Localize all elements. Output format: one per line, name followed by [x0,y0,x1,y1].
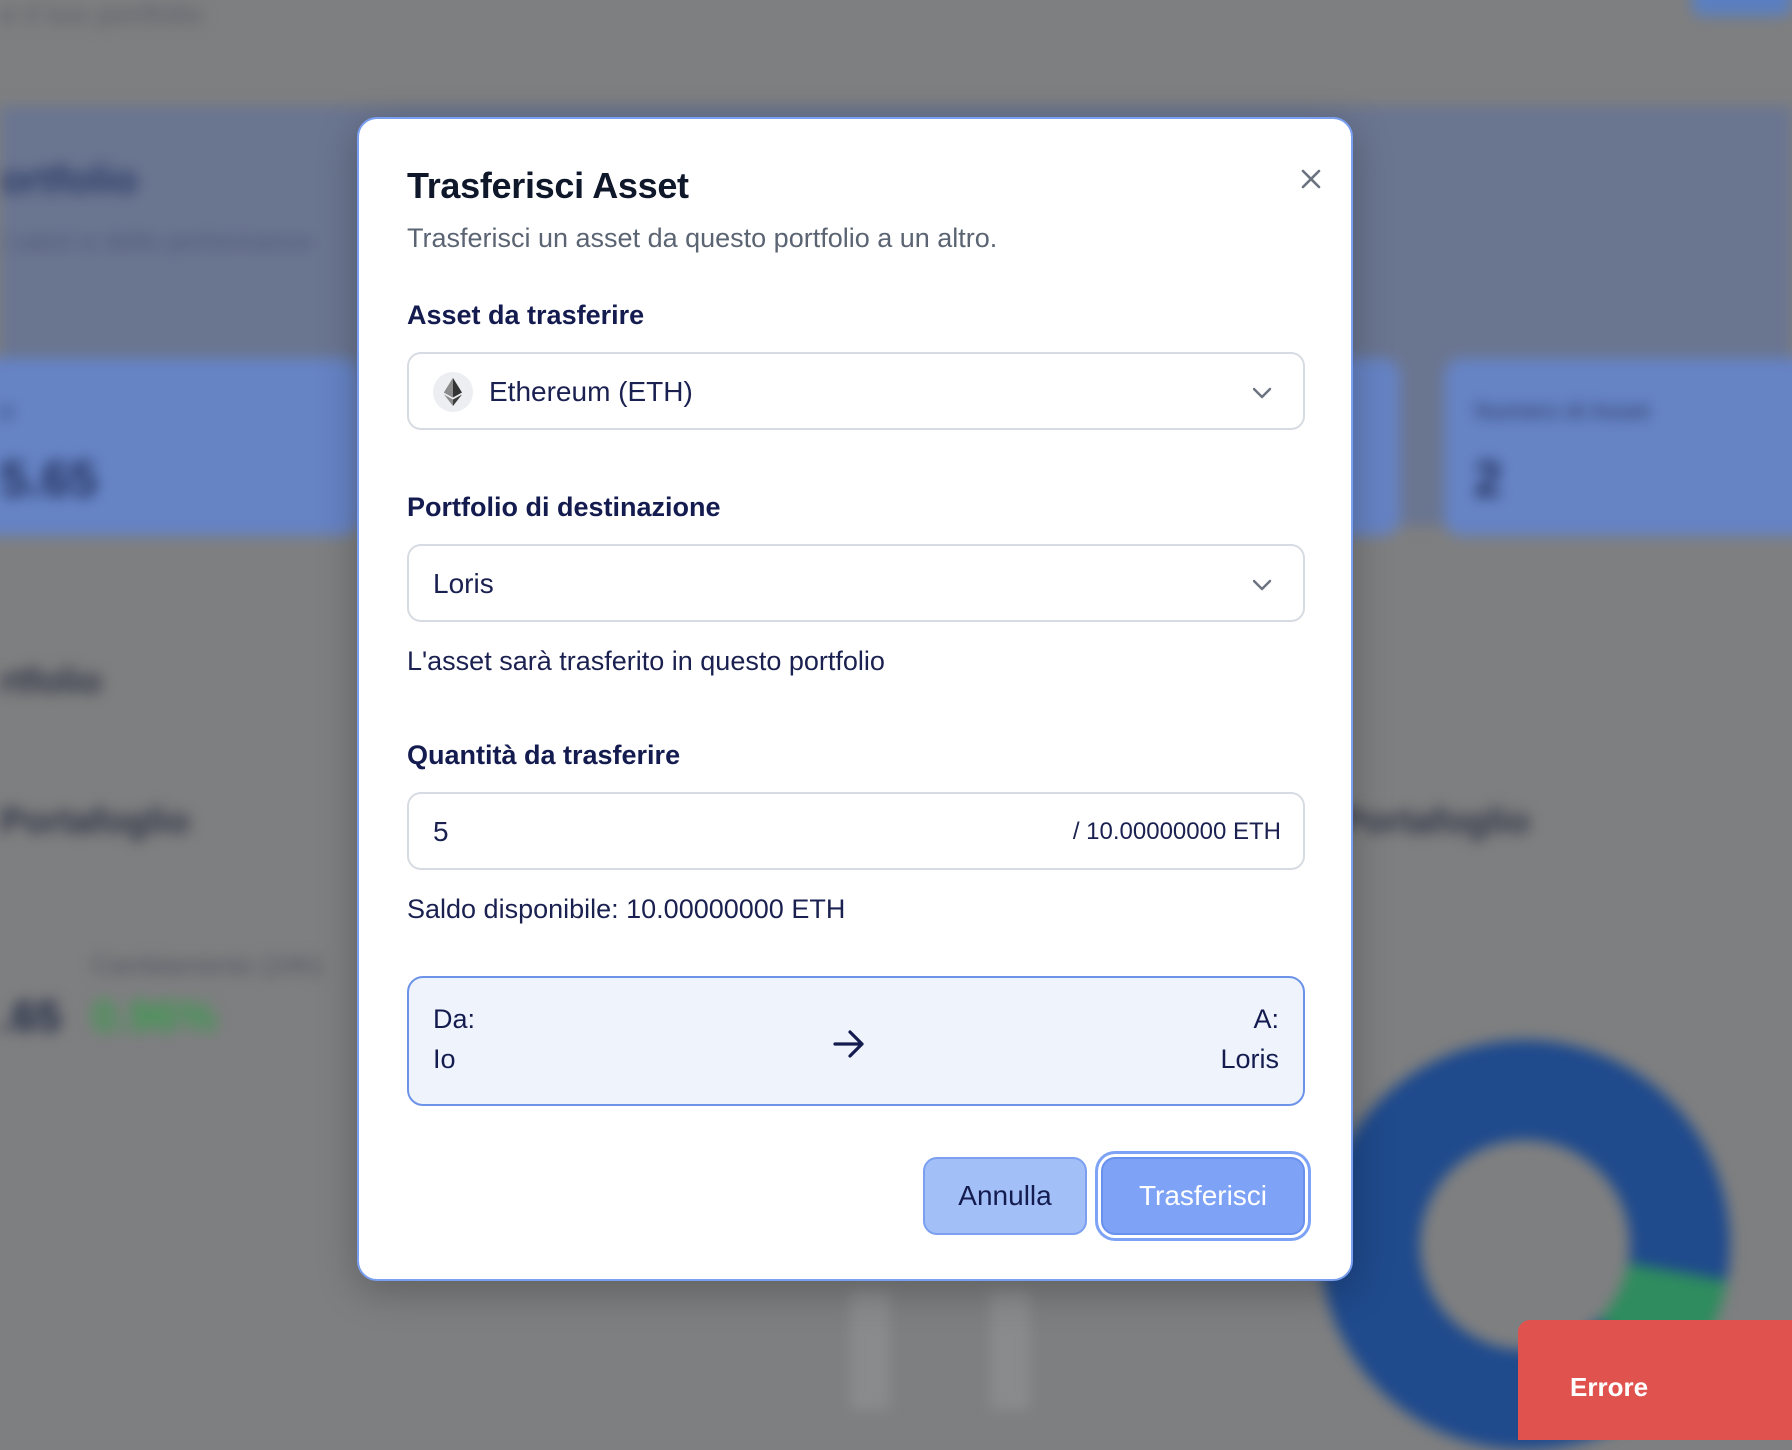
bg-card-label: o [0,398,14,425]
available-balance-text: Saldo disponibile: 10.00000000 ETH [407,894,846,924]
quantity-field: / 10.00000000 ETH [407,792,1305,870]
bg-top-button [1692,0,1792,16]
to-label: A: [1253,1004,1279,1034]
asset-label: Asset da trasferire [407,300,645,330]
cancel-button[interactable]: Annulla [923,1157,1087,1235]
bg-bar [850,1290,890,1410]
arrow-right-icon [833,1030,864,1058]
dialog-subtitle: Trasferisci un asset da questo portfolio… [407,223,998,253]
ethereum-icon [433,372,473,412]
chevron-down-icon [1252,387,1272,399]
bg-section-right: Portafoglio [1340,800,1530,841]
destination-helper-text: L'asset sarà trasferito in questo portfo… [407,646,885,676]
bg-card-number: 2 [1474,451,1502,507]
bg-card-value: o 5.65 [0,358,360,536]
bg-value-left: .65 [0,992,62,1041]
quantity-input[interactable] [433,812,933,852]
bg-card-number: 5.65 [0,451,98,507]
asset-select-value: Ethereum (ETH) [489,376,693,407]
dialog-title: Trasferisci Asset [407,165,689,206]
bg-card-asset-count: Numero di Asset 2 [1444,358,1792,536]
bg-bar [990,1290,1030,1410]
bg-section-left: Portafoglio [0,800,190,841]
bg-section-title: rtfolio [0,660,102,701]
to-value: Loris [1220,1044,1279,1074]
bg-top-text: e il tuo portfolio [0,0,204,31]
transfer-summary: Da: Io A: Loris [407,976,1305,1106]
destination-select-value: Loris [433,568,494,599]
from-label: Da: [433,1004,476,1034]
quantity-max-suffix: / 10.00000000 ETH [1072,818,1281,845]
from-value: Io [433,1044,456,1074]
bg-band-title: ortfolio [0,158,138,202]
error-toast: Errore [1518,1320,1792,1440]
bg-change-value: 0.96% [92,992,217,1041]
asset-select[interactable]: Ethereum (ETH) [407,352,1305,430]
close-icon[interactable] [1291,159,1331,199]
bg-card-label: Numero di Asset [1474,398,1651,425]
quantity-label: Quantità da trasferire [407,740,681,770]
destination-select[interactable]: Loris [407,544,1305,622]
error-toast-text: Errore [1570,1372,1649,1402]
transfer-asset-dialog: Trasferisci Asset Trasferisci un asset d… [357,117,1353,1281]
destination-label: Portfolio di destinazione [407,492,721,522]
bg-band-subtitle: i valori e delle performance [0,226,313,256]
chevron-down-icon [1252,579,1272,591]
bg-change-label: Cambiamento (24h) [92,950,322,980]
transfer-button[interactable]: Trasferisci [1101,1157,1305,1235]
